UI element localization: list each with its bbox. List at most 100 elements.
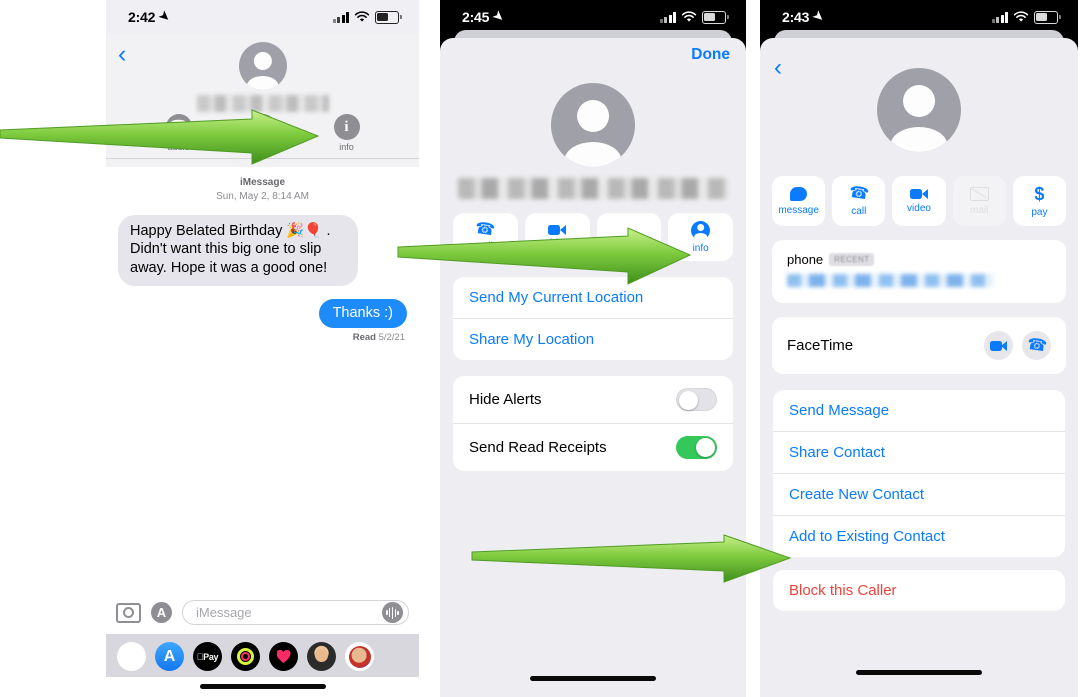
quick-action-label: info [692,242,709,254]
add-to-existing-contact-item[interactable]: Add to Existing Contact [773,515,1065,557]
header-action-label: audio [167,142,190,152]
contact-actions-card: Send Message Share Contact Create New Co… [773,390,1065,557]
avatar-body [246,75,279,90]
back-button[interactable]: ‹ [118,42,126,67]
toggle-knob [679,391,698,410]
status-indicators [991,10,1061,24]
avatar[interactable] [551,83,635,167]
phone-screenshot-2: 2:45 ➤ Done ☎ call video info Send My Cu… [440,0,746,697]
create-new-contact-item[interactable]: Create New Contact [773,473,1065,515]
send-message-item[interactable]: Send Message [773,390,1065,431]
settings-card: Hide Alerts Send Read Receipts [453,376,733,471]
message-bubble-outgoing[interactable]: Thanks :) [318,298,407,328]
cellular-bars-icon [991,11,1008,23]
memoji-icon-1[interactable] [307,642,336,671]
facetime-buttons: ☎ [984,331,1051,360]
avatar-body [890,126,948,152]
phone-screenshot-1: 2:42 ➤ ‹ ☎ audio ▶ FaceTime i info iMess… [106,0,419,697]
status-time-text: 2:43 [782,9,810,25]
home-indicator [856,670,982,675]
quick-action-mail: mail [952,176,1006,226]
phone-icon: ☎ [165,114,192,140]
dollar-sign-icon: $ [1034,183,1045,204]
health-app-icon[interactable] [269,642,298,671]
phone-icon: ☎ [847,183,870,203]
cellular-bars-icon [659,11,676,23]
back-button[interactable]: ‹ [774,56,782,80]
wifi-icon [1013,11,1029,22]
status-time: 2:45 ➤ [462,8,507,25]
quick-action-message[interactable]: message [772,176,826,226]
share-my-location-item[interactable]: Share My Location [453,318,733,360]
status-indicators [332,10,402,24]
status-time-text: 2:45 [462,9,490,25]
video-icon: ▶ [249,114,276,140]
avatar-head [903,84,935,117]
quick-action-label: call [851,205,867,217]
apple-pay-app-icon[interactable]: Pay [193,642,222,671]
details-sheet: Done ☎ call video info Send My Current L… [440,38,746,697]
message-bubble-incoming[interactable]: Happy Belated Birthday 🎉🎈 . Didn't want … [114,214,358,286]
memoji-icon-2[interactable] [345,642,374,671]
hide-alerts-label: Hide Alerts [469,391,542,408]
status-time-text: 2:42 [128,9,156,25]
phone-icon: ☎ [1025,335,1048,355]
send-my-current-location-item[interactable]: Send My Current Location [453,277,733,318]
quick-action-info[interactable]: info [668,213,733,261]
home-indicator [530,676,656,681]
wifi-icon [681,11,697,22]
avatar[interactable] [877,68,961,152]
home-indicator [199,684,326,689]
facetime-audio-button[interactable]: ☎ [1022,331,1051,360]
status-bar-2: 2:45 ➤ [440,0,746,34]
avatar[interactable] [238,42,287,90]
block-caller-card: Block this Caller [773,570,1065,611]
quick-action-call[interactable]: ☎ call [832,176,886,226]
send-read-receipts-toggle[interactable] [676,436,717,459]
screenshot-stage: 2:42 ➤ ‹ ☎ audio ▶ FaceTime i info iMess… [0,0,1080,697]
app-drawer: A Pay [106,634,419,677]
header-action-label: info [339,142,354,152]
battery-icon [702,10,729,24]
hide-alerts-row[interactable]: Hide Alerts [453,376,733,423]
location-arrow-icon: ➤ [490,7,508,25]
read-receipt-date: 5/2/21 [378,331,405,343]
quick-action-pay[interactable]: $ pay [1012,176,1067,226]
quick-action-video[interactable]: video [892,176,946,226]
app-store-icon[interactable]: A [151,602,172,623]
compose-footer: A iMessage A Pay [106,592,419,697]
cellular-bars-icon [332,11,349,23]
status-bar-1: 2:42 ➤ [106,0,419,34]
app-store-app-icon[interactable]: A [155,642,184,671]
camera-icon[interactable] [116,602,141,623]
facetime-card: FaceTime ☎ [772,317,1066,374]
done-button[interactable]: Done [691,46,730,63]
block-this-caller-item[interactable]: Block this Caller [773,570,1065,611]
header-action-audio[interactable]: ☎ audio [157,114,201,152]
location-arrow-icon: ➤ [156,7,174,25]
toggle-knob [696,438,715,457]
contact-card-sheet: ‹ message ☎ call video mail $ pay phone … [760,38,1078,697]
fitness-app-icon[interactable] [231,642,260,671]
audio-waveform-icon[interactable] [382,602,403,623]
location-arrow-icon: ➤ [810,7,828,25]
avatar-head [253,51,272,70]
facetime-video-button[interactable] [984,331,1013,360]
hide-alerts-toggle[interactable] [676,388,717,411]
share-contact-item[interactable]: Share Contact [773,431,1065,473]
sheet-toolbar: Done [440,38,746,64]
phone-number-card[interactable]: phone RECENT [772,240,1066,303]
status-time: 2:42 ➤ [128,8,173,25]
photos-app-icon[interactable] [117,642,146,671]
imessage-input[interactable]: iMessage [182,600,409,625]
quick-action-video[interactable]: video [524,213,590,261]
read-receipt: Read 5/2/21 [118,332,407,343]
quick-action-hidden[interactable] [596,213,662,261]
quick-action-row: ☎ call video info [453,213,733,261]
wifi-icon [354,11,370,22]
quick-action-call[interactable]: ☎ call [453,213,518,261]
send-read-receipts-row[interactable]: Send Read Receipts [453,423,733,471]
header-action-facetime[interactable]: ▶ FaceTime [241,114,285,152]
imessage-placeholder: iMessage [196,605,252,620]
header-action-info[interactable]: i info [325,114,369,152]
